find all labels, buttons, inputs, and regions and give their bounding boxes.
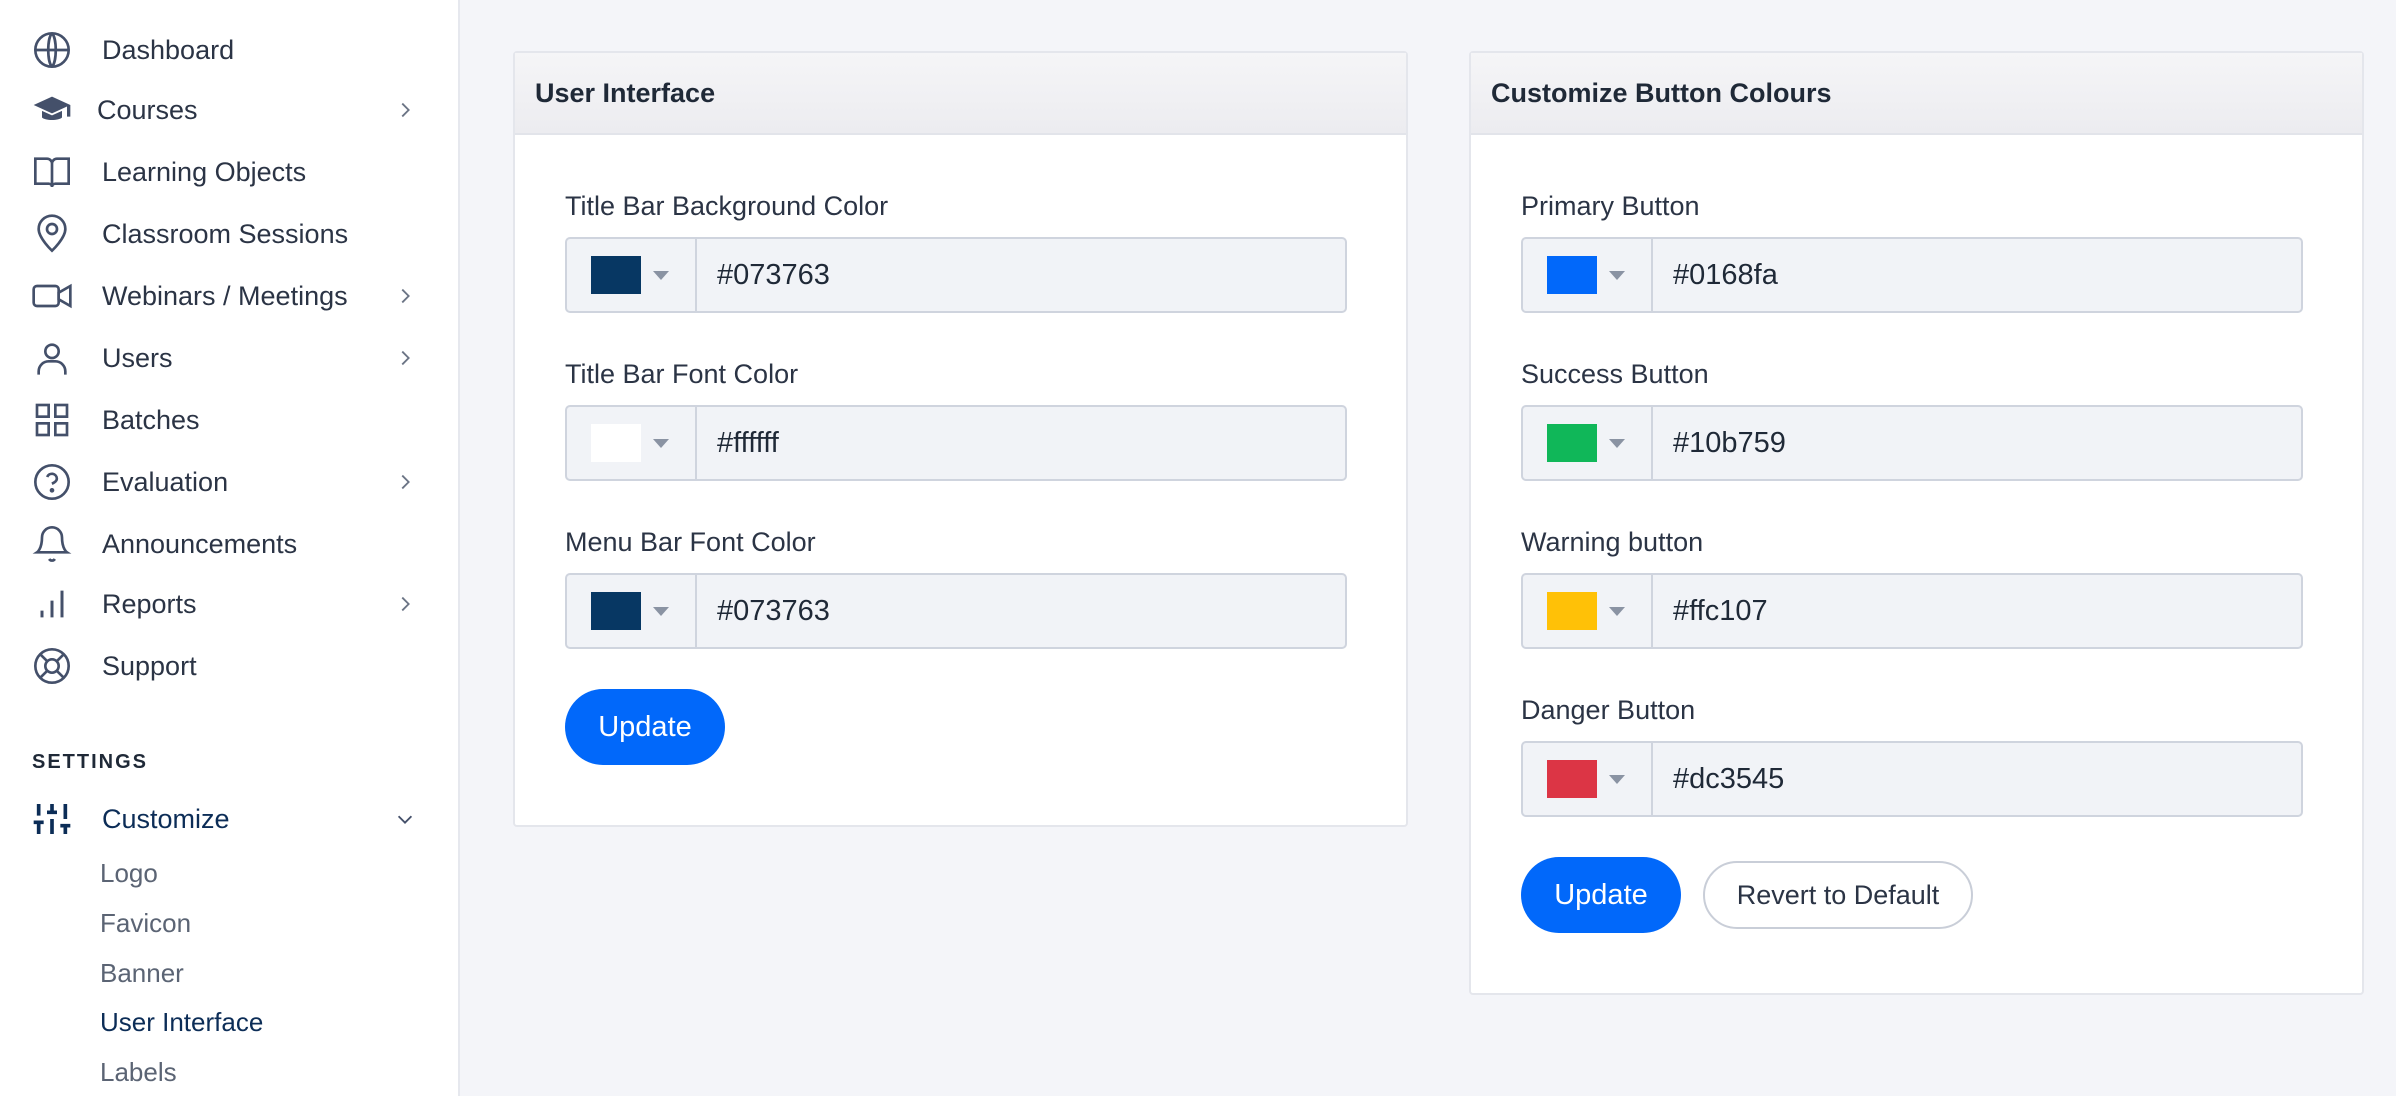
update-button[interactable]: Update [565,689,725,765]
field-label: Danger Button [1521,695,1696,725]
caret-down-icon [653,606,669,616]
sidebar: Dashboard Courses Learning Objects Class… [0,0,460,1096]
sidebar-item-label: Reports [102,588,197,619]
bar-chart-icon [30,582,74,626]
chevron-right-icon [392,283,418,309]
sidebar-item-classroom-sessions[interactable]: Classroom Sessions [0,204,458,264]
video-icon [30,274,74,318]
graduation-cap-icon [30,88,74,132]
color-swatch [1547,760,1597,798]
primary-button-color-input[interactable]: #0168fa [1521,237,2303,313]
sidebar-item-evaluation[interactable]: Evaluation [0,452,458,512]
title-bar-font-color-input[interactable]: #ffffff [565,405,1347,481]
chevron-right-icon [392,97,418,123]
sidebar-item-users[interactable]: Users [0,328,458,388]
sidebar-item-label: Batches [102,404,200,435]
sidebar-subitem-favicon[interactable]: Favicon [100,908,191,939]
help-circle-icon [30,460,74,504]
update-button[interactable]: Update [1521,857,1681,933]
chevron-right-icon [392,469,418,495]
chevron-right-icon [392,345,418,371]
color-swatch [1547,592,1597,630]
revert-to-default-button[interactable]: Revert to Default [1703,861,1973,929]
sliders-icon [30,797,74,841]
caret-down-icon [1609,438,1625,448]
sidebar-item-customize[interactable]: Customize [0,789,458,849]
color-picker-button[interactable] [567,575,697,647]
field-label: Primary Button [1521,191,1700,221]
color-swatch [591,256,641,294]
life-buoy-icon [30,644,74,688]
color-swatch [591,424,641,462]
sidebar-item-label: Dashboard [102,34,235,65]
color-swatch [1547,424,1597,462]
sidebar-item-label: Evaluation [102,466,229,497]
button-colours-card: Customize Button Colours Primary Button … [1469,51,2364,995]
card-title: Customize Button Colours [1471,53,2362,135]
app: Dashboard Courses Learning Objects Class… [0,0,2396,1096]
sidebar-item-announcements[interactable]: Announcements [0,514,458,574]
caret-down-icon [1609,774,1625,784]
user-interface-card: User Interface Title Bar Background Colo… [513,51,1408,827]
hex-value[interactable]: #0168fa [1653,239,2301,311]
caret-down-icon [1609,606,1625,616]
grid-icon [30,398,74,442]
field-label: Menu Bar Font Color [565,527,816,557]
sidebar-item-batches[interactable]: Batches [0,390,458,450]
sidebar-item-webinars-meetings[interactable]: Webinars / Meetings [0,266,458,326]
sidebar-item-label: Courses [97,94,198,125]
color-picker-button[interactable] [1523,239,1653,311]
sidebar-item-label: Learning Objects [102,156,307,187]
sidebar-item-label: Webinars / Meetings [102,280,348,311]
color-swatch [591,592,641,630]
menu-bar-font-color-input[interactable]: #073763 [565,573,1347,649]
sidebar-item-support[interactable]: Support [0,636,458,696]
warning-button-color-input[interactable]: #ffc107 [1521,573,2303,649]
field-label: Warning button [1521,527,1704,557]
settings-section-title: SETTINGS [32,751,149,773]
color-picker-button[interactable] [567,239,697,311]
hex-value[interactable]: #073763 [697,575,1345,647]
sidebar-item-label: Customize [102,803,230,834]
chevron-down-icon [392,806,418,832]
hex-value[interactable]: #073763 [697,239,1345,311]
sidebar-item-label: Announcements [102,528,298,559]
caret-down-icon [653,438,669,448]
danger-button-color-input[interactable]: #dc3545 [1521,741,2303,817]
hex-value[interactable]: #ffffff [697,407,1345,479]
field-label: Title Bar Font Color [565,359,799,389]
sidebar-subitem-labels[interactable]: Labels [100,1057,177,1088]
color-picker-button[interactable] [567,407,697,479]
title-bar-bg-color-input[interactable]: #073763 [565,237,1347,313]
color-picker-button[interactable] [1523,743,1653,815]
sidebar-item-label: Users [102,342,173,373]
book-icon [30,150,74,194]
sidebar-item-label: Support [102,650,197,681]
sidebar-subitem-banner[interactable]: Banner [100,958,184,989]
user-icon [30,336,74,380]
map-pin-icon [30,212,74,256]
field-label: Title Bar Background Color [565,191,889,221]
sidebar-subitem-logo[interactable]: Logo [100,858,158,889]
color-picker-button[interactable] [1523,575,1653,647]
field-label: Success Button [1521,359,1709,389]
caret-down-icon [1609,270,1625,280]
globe-icon [30,28,74,72]
card-title: User Interface [515,53,1406,135]
hex-value[interactable]: #ffc107 [1653,575,2301,647]
caret-down-icon [653,270,669,280]
chevron-right-icon [392,591,418,617]
hex-value[interactable]: #10b759 [1653,407,2301,479]
sidebar-item-label: Classroom Sessions [102,218,349,249]
sidebar-item-learning-objects[interactable]: Learning Objects [0,142,458,202]
hex-value[interactable]: #dc3545 [1653,743,2301,815]
sidebar-subitem-user-interface[interactable]: User Interface [100,1007,263,1038]
bell-icon [30,522,74,566]
color-swatch [1547,256,1597,294]
sidebar-item-dashboard[interactable]: Dashboard [0,20,458,80]
success-button-color-input[interactable]: #10b759 [1521,405,2303,481]
sidebar-item-reports[interactable]: Reports [0,574,458,634]
sidebar-item-courses[interactable]: Courses [0,80,458,140]
color-picker-button[interactable] [1523,407,1653,479]
